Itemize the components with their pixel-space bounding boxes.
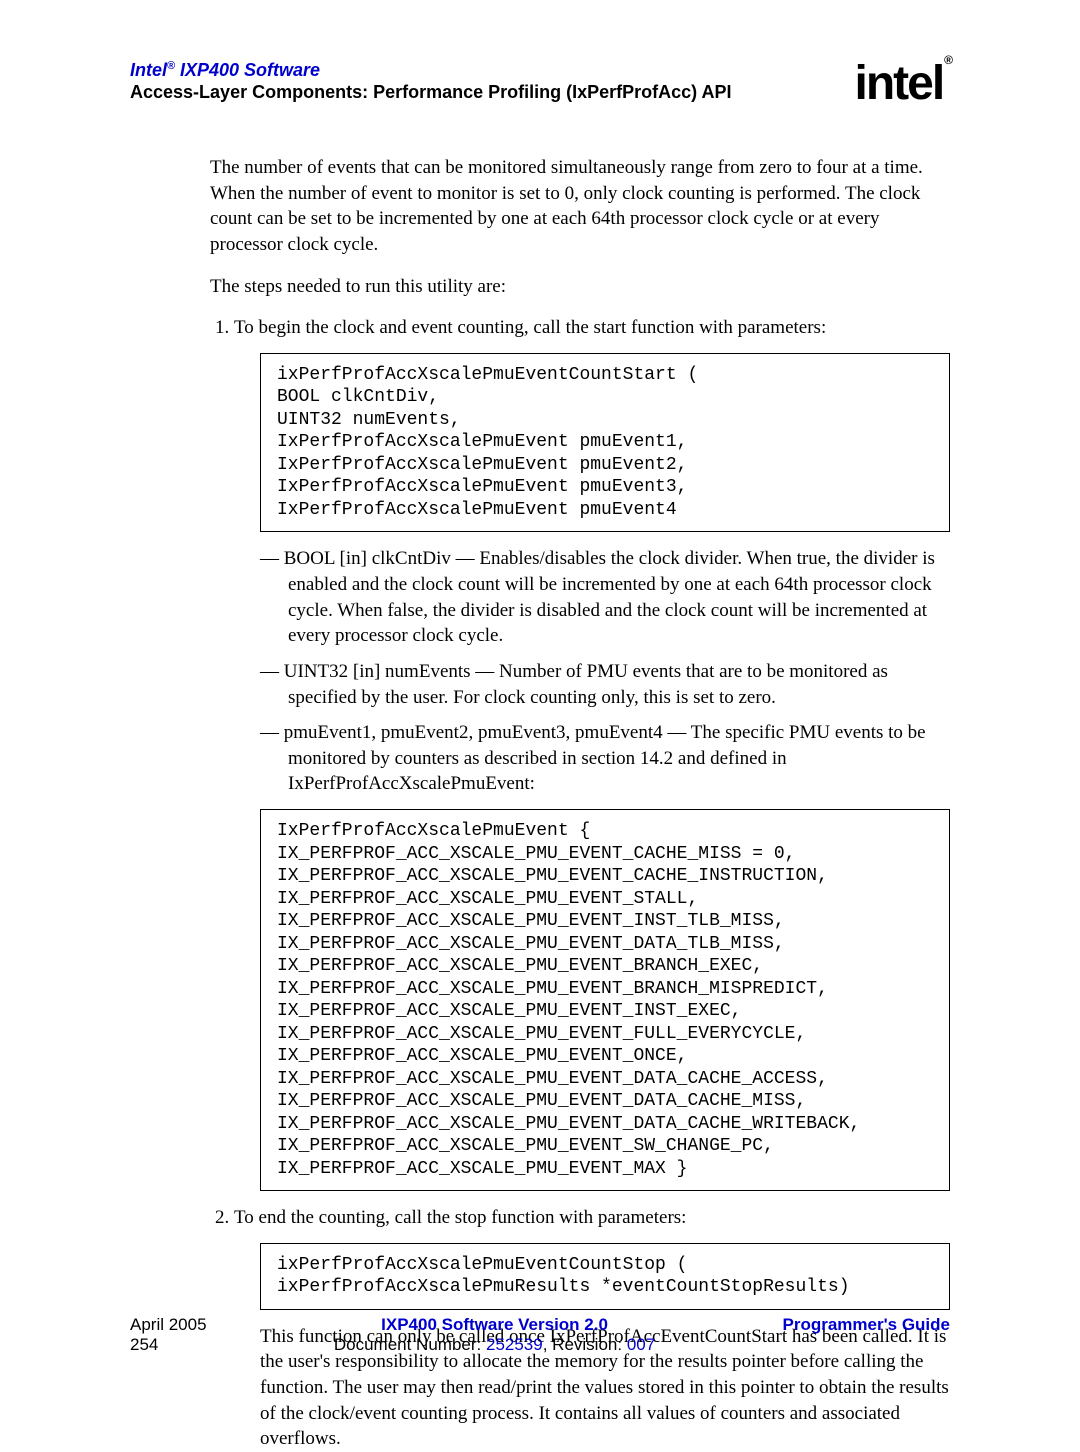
footer-date: April 2005	[130, 1315, 207, 1335]
rev-value: 007	[627, 1335, 655, 1354]
code-block-2: IxPerfProfAccXscalePmuEvent { IX_PERFPRO…	[260, 809, 950, 1191]
intel-logo: intel®	[854, 56, 950, 111]
intro-para-2: The steps needed to run this utility are…	[210, 274, 950, 300]
product-title: Intel® IXP400 Software	[130, 60, 854, 82]
docnum-label: Document Number:	[334, 1335, 486, 1354]
footer-guide: Programmer's Guide	[783, 1315, 951, 1335]
rev-label: , Revision:	[543, 1335, 627, 1354]
param-clkcntdiv: BOOL [in] clkCntDiv — Enables/disables t…	[260, 546, 950, 649]
code-block-1: ixPerfProfAccXscalePmuEventCountStart ( …	[260, 353, 950, 533]
footer-right: Programmer's Guide	[783, 1315, 951, 1355]
code-block-3: ixPerfProfAccXscalePmuEventCountStop ( i…	[260, 1243, 950, 1310]
footer-page-number: 254	[130, 1335, 207, 1355]
footer-center: IXP400 Software Version 2.0 Document Num…	[207, 1315, 783, 1355]
footer-docinfo: Document Number: 252539, Revision: 007	[207, 1335, 783, 1355]
page-header: Intel® IXP400 Software Access-Layer Comp…	[130, 60, 950, 115]
param-list: BOOL [in] clkCntDiv — Enables/disables t…	[260, 546, 950, 797]
section-title: Access-Layer Components: Performance Pro…	[130, 82, 854, 104]
product-suffix: IXP400 Software	[175, 60, 320, 80]
header-left: Intel® IXP400 Software Access-Layer Comp…	[130, 60, 854, 104]
logo-reg: ®	[944, 53, 951, 67]
registered-mark: ®	[167, 60, 175, 72]
logo-text: intel	[854, 57, 943, 110]
footer-version: IXP400 Software Version 2.0	[207, 1315, 783, 1335]
docnum-value: 252539	[486, 1335, 543, 1354]
param-numevents: UINT32 [in] numEvents — Number of PMU ev…	[260, 659, 950, 710]
footer-left: April 2005 254	[130, 1315, 207, 1355]
step-1-intro: To begin the clock and event counting, c…	[234, 317, 826, 338]
step-1: To begin the clock and event counting, c…	[234, 315, 950, 1191]
steps-list: To begin the clock and event counting, c…	[210, 315, 950, 1452]
page-footer: April 2005 254 IXP400 Software Version 2…	[130, 1315, 950, 1355]
param-pmuevents: pmuEvent1, pmuEvent2, pmuEvent3, pmuEven…	[260, 720, 950, 797]
intro-para-1: The number of events that can be monitor…	[210, 155, 950, 258]
product-name: Intel	[130, 60, 167, 80]
step-2-intro: To end the counting, call the stop funct…	[234, 1207, 686, 1228]
main-content: The number of events that can be monitor…	[210, 155, 950, 1452]
